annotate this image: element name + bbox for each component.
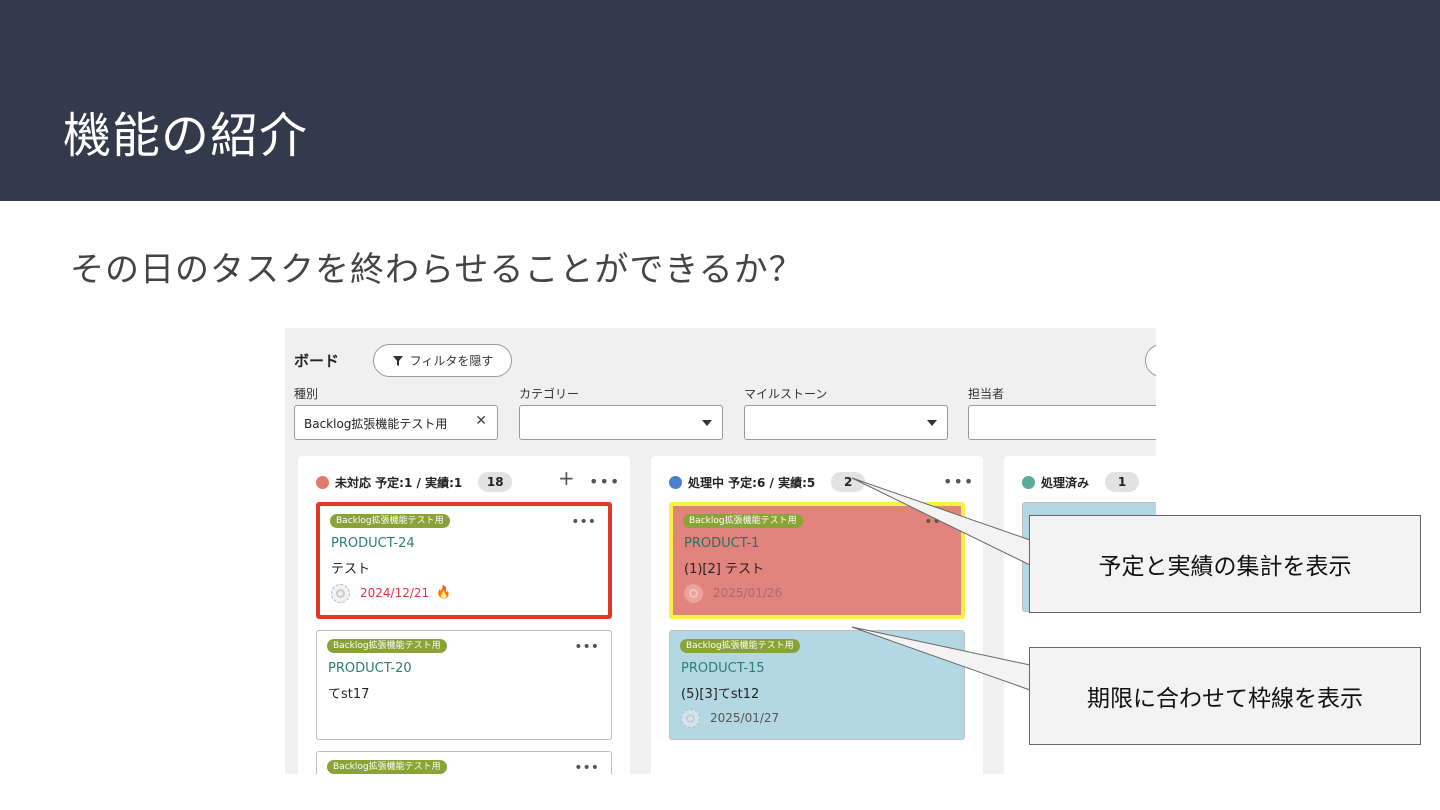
funnel-icon xyxy=(392,355,403,366)
column-open: 未対応 予定:1 / 実績:1 18 + ••• Backlog拡張機能テスト用… xyxy=(298,456,630,774)
card-menu-icon[interactable]: ••• xyxy=(571,514,596,530)
issue-key[interactable]: PRODUCT-24 xyxy=(331,536,415,551)
issue-type-tag: Backlog拡張機能テスト用 xyxy=(327,639,447,653)
column-in-progress-count: 2 xyxy=(831,472,866,492)
card-menu-icon[interactable]: ••• xyxy=(574,760,599,774)
issue-key[interactable]: PRODUCT-15 xyxy=(681,661,765,676)
column-open-header: 未対応 予定:1 / 実績:1 18 xyxy=(316,472,513,492)
column-menu-icon[interactable]: ••• xyxy=(589,472,620,491)
issue-card[interactable]: Backlog拡張機能テスト用 ••• PRODUCT-20 てst17 xyxy=(316,630,612,740)
column-resolved-title: 処理済み xyxy=(1041,475,1090,490)
column-resolved-count: 1 xyxy=(1105,472,1140,492)
status-dot-icon xyxy=(1022,475,1035,489)
issue-summary: (1)[2] テスト xyxy=(684,562,764,577)
avatar xyxy=(684,584,703,603)
issue-summary: てst17 xyxy=(328,687,370,702)
column-in-progress-title: 処理中 予定:6 / 実績:5 xyxy=(688,475,816,490)
issue-card-due-soon[interactable]: Backlog拡張機能テスト用 ••• PRODUCT-1 (1)[2] テスト… xyxy=(669,502,965,619)
filter-category-select[interactable] xyxy=(519,405,723,440)
column-menu-icon[interactable]: ••• xyxy=(943,472,974,491)
slide-subtitle: その日のタスクを終わらせることができるか？ xyxy=(70,250,804,290)
slide-title: 機能の紹介 xyxy=(63,108,309,164)
due-date: 2025/01/26 xyxy=(713,586,783,600)
filter-label-assignee: 担当者 xyxy=(968,387,1005,401)
issue-type-tag: Backlog拡張機能テスト用 xyxy=(327,760,447,774)
filter-type-select[interactable]: Backlog拡張機能テスト用 ✕ xyxy=(294,405,498,440)
column-open-count: 18 xyxy=(478,472,513,492)
hide-filter-label: フィルタを隠す xyxy=(409,354,494,368)
callout-summary: 予定と実績の集計を表示 xyxy=(1029,515,1421,613)
column-in-progress: 処理中 予定:6 / 実績:5 2 ••• Backlog拡張機能テスト用 ••… xyxy=(651,456,983,774)
callout-border: 期限に合わせて枠線を表示 xyxy=(1029,647,1421,745)
filter-assignee-select[interactable] xyxy=(968,405,1156,440)
issue-card[interactable]: Backlog拡張機能テスト用 ••• xyxy=(316,751,612,774)
column-in-progress-header: 処理中 予定:6 / 実績:5 2 xyxy=(669,472,866,492)
add-issue-icon[interactable]: + xyxy=(558,466,575,490)
issue-summary: テスト xyxy=(331,562,371,577)
card-menu-icon[interactable]: ••• xyxy=(924,514,949,530)
avatar xyxy=(681,709,700,728)
clear-filter-icon[interactable]: ✕ xyxy=(475,413,487,429)
filter-type-value: Backlog拡張機能テスト用 xyxy=(304,417,448,431)
issue-type-tag: Backlog拡張機能テスト用 xyxy=(683,514,803,528)
filter-label-type: 種別 xyxy=(294,387,319,401)
due-date: 2025/01/27 xyxy=(710,711,780,725)
status-dot-icon xyxy=(316,475,329,489)
filter-label-category: カテゴリー xyxy=(519,387,580,401)
issue-type-tag: Backlog拡張機能テスト用 xyxy=(330,514,450,528)
avatar xyxy=(331,584,350,603)
hide-filter-button[interactable]: フィルタを隠す xyxy=(373,344,512,377)
issue-key[interactable]: PRODUCT-20 xyxy=(328,661,412,676)
column-open-title: 未対応 予定:1 / 実績:1 xyxy=(335,475,463,490)
issue-card-overdue[interactable]: Backlog拡張機能テスト用 ••• PRODUCT-24 テスト 2024/… xyxy=(316,502,612,619)
slide-header: 機能の紹介 xyxy=(0,0,1440,201)
board-title: ボード xyxy=(294,352,340,370)
issue-summary: (5)[3]てst12 xyxy=(681,687,760,702)
board-action-button[interactable] xyxy=(1145,344,1156,377)
fire-icon: 🔥 xyxy=(436,585,451,599)
issue-key[interactable]: PRODUCT-1 xyxy=(684,536,759,551)
kanban-board-screenshot: ボード フィルタを隠す 種別 Backlog拡張機能テスト用 ✕ カテゴリー マ… xyxy=(285,328,1156,774)
issue-type-tag: Backlog拡張機能テスト用 xyxy=(680,639,800,653)
card-menu-icon[interactable]: ••• xyxy=(574,639,599,655)
issue-card[interactable]: Backlog拡張機能テスト用 PRODUCT-15 (5)[3]てst12 2… xyxy=(669,630,965,740)
chevron-down-icon xyxy=(927,420,937,426)
chevron-down-icon xyxy=(702,420,712,426)
filter-milestone-select[interactable] xyxy=(744,405,948,440)
status-dot-icon xyxy=(669,475,682,489)
due-date: 2024/12/21 xyxy=(360,586,430,600)
column-resolved-header: 処理済み 1 xyxy=(1022,472,1140,492)
filter-label-milestone: マイルストーン xyxy=(744,387,828,401)
